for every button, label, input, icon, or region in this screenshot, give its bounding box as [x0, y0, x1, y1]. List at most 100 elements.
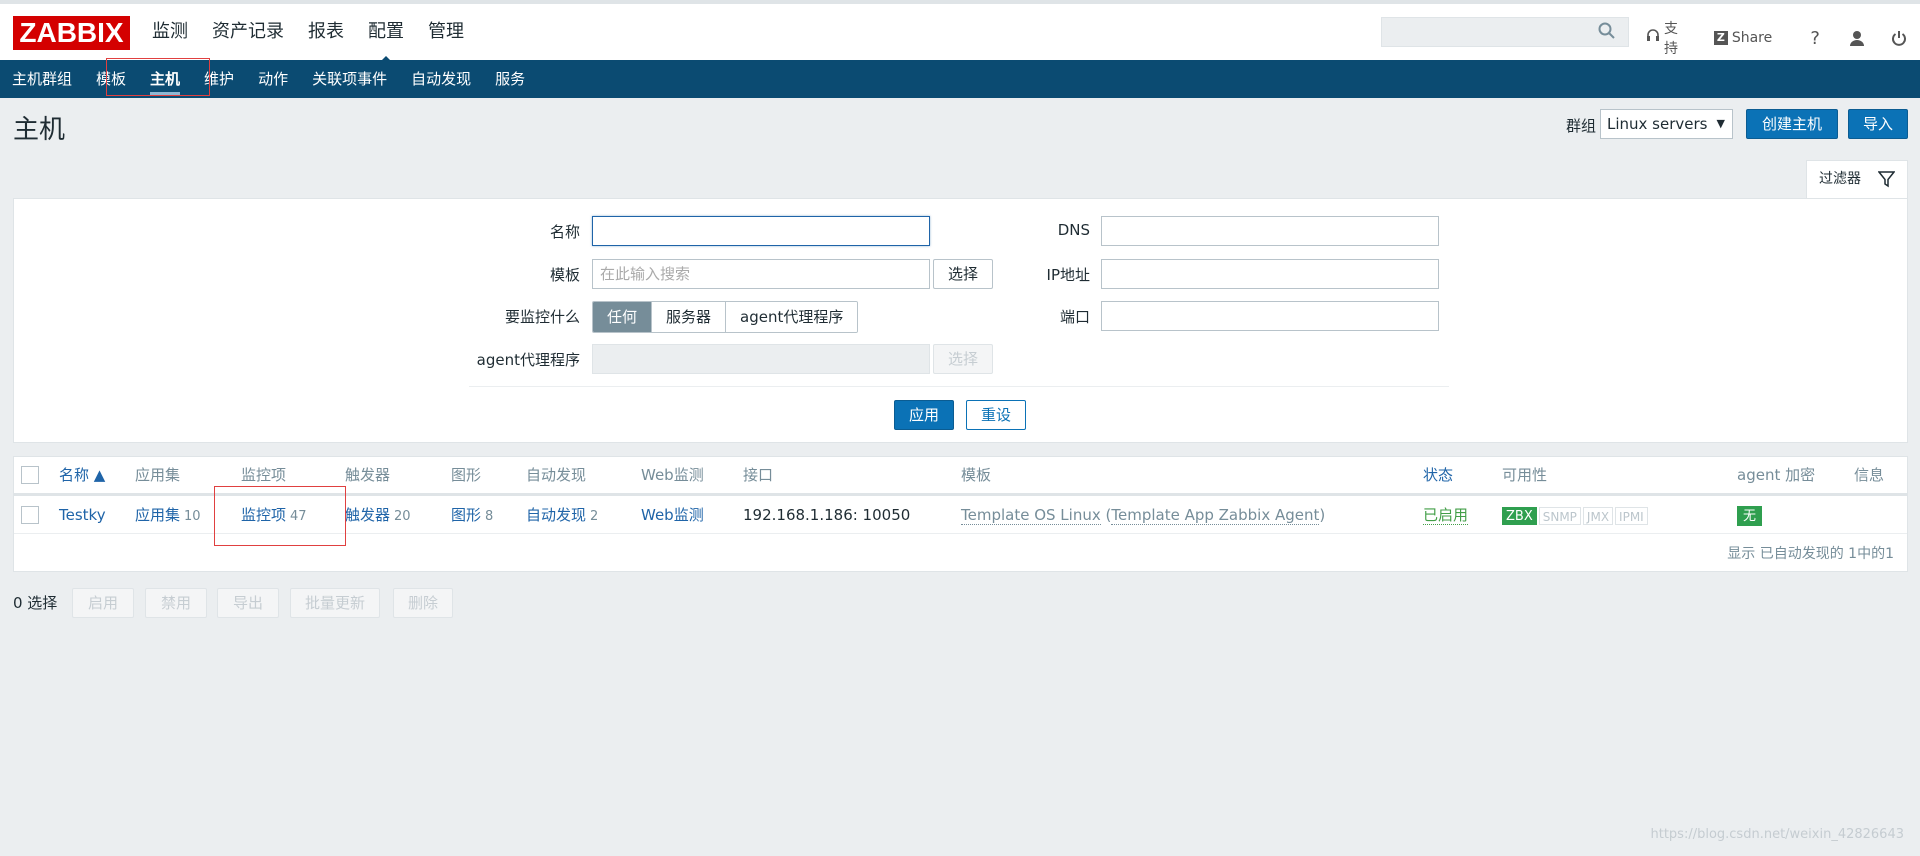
- zabbix-logo[interactable]: ZABBIX: [13, 16, 130, 50]
- sub-menu-hosts[interactable]: 主机: [138, 60, 192, 98]
- share-z-icon: Z: [1713, 31, 1728, 45]
- dropdown-arrow-icon: ▼: [1716, 117, 1725, 130]
- column-header-web: Web监测: [641, 466, 704, 484]
- triggers-link[interactable]: 触发器: [345, 506, 390, 524]
- graphs-cell: 图形 8: [451, 497, 493, 533]
- template-select-button[interactable]: 选择: [933, 259, 993, 289]
- filter-ip-input[interactable]: [1101, 259, 1439, 289]
- create-host-button[interactable]: 创建主机: [1746, 109, 1838, 139]
- availability-snmp-badge: SNMP: [1538, 507, 1581, 525]
- triggers-cell: 触发器 20: [345, 497, 411, 533]
- discovery-link[interactable]: 自动发现: [526, 506, 586, 524]
- filter-proxy-input: [592, 344, 930, 374]
- delete-button: 删除: [393, 588, 453, 618]
- filter-name-label: 名称: [549, 223, 580, 241]
- row-checkbox[interactable]: [21, 506, 39, 524]
- monitored-by-any[interactable]: 任何: [593, 302, 652, 332]
- share-label: Share: [1731, 30, 1773, 46]
- templates-cell: Template OS Linux (Template App Zabbix A…: [961, 497, 1325, 533]
- sub-menu-templates[interactable]: 模板: [84, 60, 138, 98]
- filter-port-input[interactable]: [1101, 301, 1439, 331]
- filter-apply-button[interactable]: 应用: [894, 400, 954, 430]
- template-link[interactable]: Template OS Linux: [961, 506, 1101, 525]
- template-paren-close: ): [1319, 506, 1326, 524]
- sub-menu-services[interactable]: 服务: [483, 60, 537, 98]
- status-enabled-toggle[interactable]: 已启用: [1423, 506, 1469, 525]
- column-header-graphs: 图形: [451, 466, 482, 484]
- main-menu: 监测 资产记录 报表 配置 管理: [140, 4, 476, 64]
- proxy-select-button: 选择: [933, 344, 993, 374]
- host-name-link[interactable]: Testky: [59, 497, 106, 533]
- template-paren-open: (: [1100, 506, 1112, 524]
- availability-ipmi-badge: IPMI: [1615, 507, 1648, 525]
- column-header-name[interactable]: 名称 ▲: [59, 457, 105, 493]
- sub-menu-host-groups[interactable]: 主机群组: [0, 60, 84, 98]
- monitored-by-proxy[interactable]: agent代理程序: [725, 302, 858, 332]
- user-profile-icon[interactable]: [1846, 27, 1868, 49]
- top-bar: ZABBIX 监测 资产记录 报表 配置 管理 支持 Z Share ?: [0, 0, 1920, 64]
- main-menu-reports[interactable]: 报表: [296, 4, 356, 60]
- main-menu-inventory[interactable]: 资产记录: [200, 4, 296, 60]
- top-links: 支持 Z Share ?: [1646, 18, 1920, 58]
- items-link[interactable]: 监控项: [241, 506, 286, 524]
- import-button[interactable]: 导入: [1848, 109, 1908, 139]
- column-header-items: 监控项: [241, 466, 287, 484]
- group-select-value: Linux servers: [1607, 115, 1708, 133]
- filter-proxy-label: agent代理程序: [476, 351, 580, 369]
- applications-count: 10: [184, 509, 201, 524]
- filter-dns-input[interactable]: [1101, 216, 1439, 246]
- selected-count: 0 选择: [13, 594, 58, 612]
- export-button: 导出: [217, 588, 279, 618]
- filter-reset-button[interactable]: 重设: [966, 400, 1026, 430]
- sub-menu-actions[interactable]: 动作: [246, 60, 300, 98]
- main-menu-configuration[interactable]: 配置: [356, 4, 416, 64]
- column-header-info: 信息: [1854, 466, 1885, 484]
- filter-ip-label: IP地址: [1046, 266, 1090, 284]
- power-sign-out-icon[interactable]: [1888, 27, 1910, 49]
- page-title: 主机: [13, 115, 66, 145]
- column-header-discovery: 自动发现: [526, 466, 587, 484]
- filter-monitored-by-label: 要监控什么: [504, 308, 580, 326]
- filter-divider: [469, 386, 1449, 387]
- hosts-table: 名称 ▲ 应用集 监控项 触发器 图形 自动发现 Web监测 接口 模板 状态 …: [13, 456, 1908, 572]
- search-icon[interactable]: [1598, 22, 1620, 44]
- column-header-applications: 应用集: [135, 466, 181, 484]
- items-count: 47: [290, 509, 307, 524]
- filter-template-input[interactable]: 在此输入搜索: [592, 259, 930, 289]
- sub-menu-correlation[interactable]: 关联项事件: [300, 60, 399, 98]
- column-header-encryption: agent 加密: [1737, 466, 1816, 484]
- graphs-link[interactable]: 图形: [451, 506, 481, 524]
- discovery-count: 2: [590, 509, 599, 524]
- select-all-checkbox[interactable]: [21, 466, 39, 484]
- sub-menu-maintenance[interactable]: 维护: [192, 60, 246, 98]
- filter-tab[interactable]: 过滤器: [1806, 160, 1908, 198]
- encryption-none-badge: 无: [1737, 506, 1763, 526]
- group-select[interactable]: Linux servers ▼: [1600, 109, 1733, 139]
- discovery-cell: 自动发现 2: [526, 497, 598, 533]
- filter-tab-label: 过滤器: [1819, 171, 1861, 187]
- monitored-by-server[interactable]: 服务器: [651, 302, 726, 332]
- items-cell: 监控项 47: [241, 497, 307, 533]
- web-link[interactable]: Web监测: [641, 497, 704, 533]
- applications-cell: 应用集 10: [135, 497, 201, 533]
- enable-button: 启用: [72, 588, 134, 618]
- column-header-status[interactable]: 状态: [1423, 457, 1453, 493]
- support-link[interactable]: 支持: [1646, 18, 1692, 58]
- main-menu-monitoring[interactable]: 监测: [140, 4, 200, 60]
- nested-template-link[interactable]: Template App Zabbix Agent: [1111, 506, 1320, 525]
- group-select-label: 群组: [1566, 117, 1597, 135]
- help-icon[interactable]: ?: [1804, 27, 1826, 49]
- applications-link[interactable]: 应用集: [135, 506, 180, 524]
- main-menu-administration[interactable]: 管理: [416, 4, 476, 60]
- column-header-triggers: 触发器: [345, 466, 391, 484]
- share-link[interactable]: Z Share: [1713, 30, 1773, 46]
- monitored-by-segmented-control: 任何 服务器 agent代理程序: [592, 301, 859, 333]
- global-search-input[interactable]: [1381, 17, 1629, 47]
- support-label: 支持: [1664, 21, 1678, 57]
- disable-button: 禁用: [145, 588, 207, 618]
- encryption-cell: 无: [1737, 497, 1764, 533]
- mass-update-button: 批量更新: [290, 588, 380, 618]
- interface-cell: 192.168.1.186: 10050: [743, 506, 911, 524]
- sub-menu-discovery[interactable]: 自动发现: [399, 60, 483, 98]
- filter-name-input[interactable]: [592, 216, 930, 246]
